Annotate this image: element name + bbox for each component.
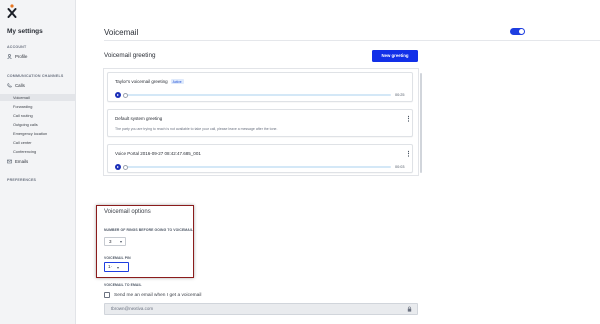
comm-channels-heading: COMMUNICATION CHANNELS <box>7 74 64 78</box>
header-divider <box>104 40 600 41</box>
sidebar-item-profile[interactable]: Profile <box>7 54 27 59</box>
sidebar-item-label: Profile <box>15 54 28 59</box>
sidebar-item-call-center[interactable]: Call center <box>13 140 32 145</box>
greeting-name-row: Voice Portal 2016-09-27 08:42:47.685_001 <box>115 151 201 156</box>
audio-scrubber-handle[interactable] <box>123 164 128 170</box>
greeting-card[interactable]: Default system greeting The party you ar… <box>107 109 413 137</box>
more-options-icon[interactable]: ⋮ <box>405 116 412 123</box>
email-field[interactable]: tbrown@nextiva.com <box>104 303 418 315</box>
pin-label: VOICEMAIL PIN <box>104 256 131 260</box>
play-icon[interactable] <box>115 164 121 170</box>
sidebar-item-label: Calls <box>15 83 25 88</box>
send-email-label: Send me an email when I get a voicemail <box>114 292 202 298</box>
greeting-name: Voice Portal 2016-09-27 08:42:47.685_001 <box>115 151 201 156</box>
audio-progress-track[interactable] <box>123 166 391 168</box>
pin-field[interactable]: 1· <box>104 262 129 272</box>
greeting-description: The party you are trying to reach is not… <box>115 127 278 131</box>
voicemail-toggle[interactable] <box>510 28 525 35</box>
greeting-duration: 00:25 <box>395 93 405 97</box>
sidebar-item-outgoing-calls[interactable]: Outgoing calls <box>13 122 38 127</box>
greeting-name: Default system greeting <box>115 116 163 121</box>
lock-icon <box>407 306 412 312</box>
sidebar-item-call-routing[interactable]: Call routing <box>13 113 33 118</box>
phone-icon <box>7 83 12 88</box>
user-icon <box>7 54 12 59</box>
audio-progress-track[interactable] <box>123 94 391 96</box>
pin-value: 1· <box>108 264 113 269</box>
envelope-icon <box>7 159 12 164</box>
send-email-row[interactable]: Send me an email when I get a voicemail <box>104 292 201 298</box>
greeting-card[interactable]: Voice Portal 2016-09-27 08:42:47.685_001… <box>107 144 413 173</box>
active-badge: Active <box>170 79 184 84</box>
main-content: Voicemail Voicemail greeting New greetin… <box>76 0 600 324</box>
sidebar-title: My settings <box>7 28 43 35</box>
sidebar-item-calls[interactable]: Calls <box>7 83 25 88</box>
rings-value: 3 <box>109 239 112 244</box>
nextiva-logo-icon <box>7 4 17 18</box>
sidebar-item-emails[interactable]: Emails <box>7 159 28 164</box>
preferences-heading: PREFERENCES <box>7 178 37 182</box>
options-section-title: Voicemail options <box>104 209 151 215</box>
sidebar-item-label: Emails <box>15 159 29 164</box>
sidebar-item-conferencing[interactable]: Conferencing <box>13 149 36 154</box>
rings-select[interactable]: 3 <box>104 237 126 246</box>
greeting-card[interactable]: Taylor's voicemail greeting Active 00:25 <box>107 72 413 102</box>
greeting-section-title: Voicemail greeting <box>104 52 156 59</box>
voicemail-to-email-label: VOICEMAIL TO EMAIL <box>104 283 142 287</box>
greeting-duration: 00:03 <box>395 165 405 169</box>
chevron-down-icon <box>117 267 119 269</box>
sidebar-item-emergency-location[interactable]: Emergency location <box>13 131 47 136</box>
greetings-list: Taylor's voicemail greeting Active 00:25… <box>103 68 422 176</box>
email-value: tbrown@nextiva.com <box>111 306 154 311</box>
greeting-name-row: Taylor's voicemail greeting Active <box>115 79 184 84</box>
sidebar-item-voicemail[interactable]: Voicemail <box>0 94 76 101</box>
rings-label: NUMBER OF RINGS BEFORE GOING TO VOICEMAI… <box>104 228 193 232</box>
new-greeting-button[interactable]: New greeting <box>372 50 418 62</box>
page-title: Voicemail <box>104 28 139 37</box>
sidebar-item-forwarding[interactable]: Forwarding <box>13 104 32 109</box>
greeting-name: Taylor's voicemail greeting <box>115 79 168 84</box>
audio-scrubber-handle[interactable] <box>123 92 128 98</box>
chevron-down-icon <box>120 241 122 243</box>
play-icon[interactable] <box>115 92 121 98</box>
more-options-icon[interactable]: ⋮ <box>405 151 412 158</box>
greeting-name-row: Default system greeting <box>115 116 162 121</box>
sidebar: My settings ACCOUNT Profile COMMUNICATIO… <box>0 0 76 324</box>
send-email-checkbox[interactable] <box>104 292 110 298</box>
account-heading: ACCOUNT <box>7 45 27 49</box>
